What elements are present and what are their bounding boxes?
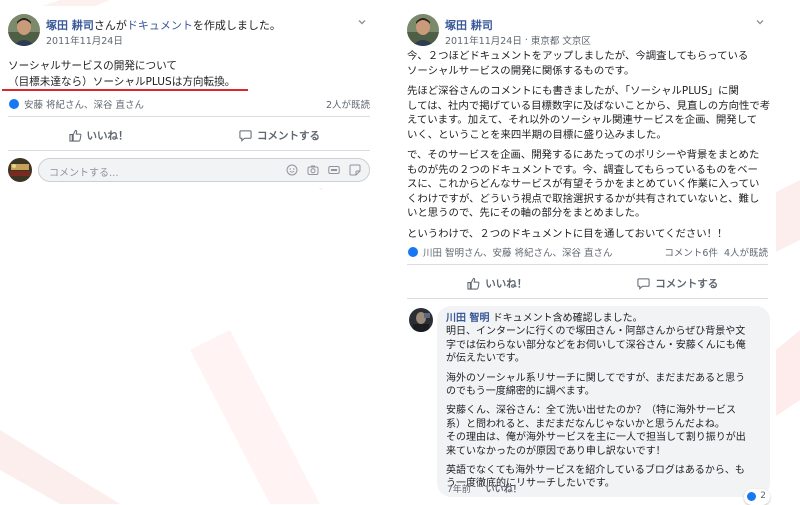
comment-label: コメントする — [257, 129, 320, 142]
comment-footer: 7年前 · いいね！ — [447, 482, 522, 495]
comment-bubble: 川田 智明 ドキュメント含め確認しました。 明日、インターンに行くので塚田さん・… — [437, 306, 770, 505]
comment-composer: コメントする... — [8, 158, 370, 184]
post-body-line: （目標未達なら）ソーシャルPLUSは方向転換。 — [8, 76, 236, 88]
post-body-line: ソーシャルサービスの開発について — [8, 60, 177, 72]
like-label: いいね！ — [86, 129, 129, 142]
author-avatar[interactable] — [8, 14, 40, 46]
gif-icon[interactable] — [328, 164, 340, 176]
reactors-text[interactable]: 安藤 将紀さん、深谷 直さん — [24, 97, 144, 111]
post-date[interactable]: 2011年11月24日 — [445, 33, 522, 47]
author-avatar[interactable] — [407, 14, 439, 46]
comment-button[interactable]: コメントする — [588, 270, 769, 296]
comment-button[interactable]: コメントする — [189, 122, 370, 148]
reactors-text[interactable]: 川田 智明さん、安藤 将紀さん、深谷 直さん — [423, 245, 613, 259]
comment-icon — [637, 277, 650, 290]
comment-like-link[interactable]: いいね！ — [486, 482, 522, 495]
seen-count[interactable]: 4人が既読 — [724, 245, 768, 259]
comment-reaction-count[interactable]: 2 — [744, 488, 770, 505]
post-paragraph: で、そのサービスを企画、開発するにあたってのポリシーや背景をまとめた ものが先の２… — [407, 149, 760, 219]
chevron-down-icon[interactable] — [356, 16, 368, 28]
chevron-down-icon[interactable] — [754, 16, 766, 28]
post-meta: 2011年11月24日 — [46, 33, 123, 47]
thumbs-up-icon — [68, 129, 81, 142]
input-icons — [286, 164, 361, 176]
like-reaction-icon — [746, 491, 758, 503]
divider — [8, 116, 370, 117]
comment-paragraph: 明日、インターンに行くので塚田さん・阿部さんからぜひ背景や文 字では伝わらない部分… — [446, 326, 746, 365]
comment-count[interactable]: コメント6件 — [664, 245, 718, 259]
like-button[interactable]: いいね！ — [8, 122, 189, 148]
post-location[interactable]: 東京都 文京区 — [531, 33, 591, 47]
post-date[interactable]: 2011年11月24日 — [46, 33, 123, 47]
comment-icon — [239, 129, 252, 142]
thumbs-up-icon — [467, 277, 480, 290]
seen-count[interactable]: 2人が既読 — [326, 97, 370, 111]
post-paragraph: 今、２つほどドキュメントをアップしましたが、今調査してもらっている ソーシャルサー… — [407, 50, 749, 77]
comment-placeholder: コメントする... — [49, 168, 119, 179]
post-header: 塚田 耕司さんがドキュメントを作成しました。 2011年11月24日 — [8, 14, 370, 50]
author-name[interactable]: 塚田 耕司 — [445, 19, 493, 32]
post-body: ソーシャルサービスの開発について （目標未達なら）ソーシャルPLUSは方向転換。 — [8, 58, 235, 90]
comment-first-line: ドキュメント含め確認しました。 — [492, 313, 643, 324]
current-user-avatar[interactable] — [8, 158, 32, 182]
comment-label: コメントする — [655, 277, 719, 290]
post-header: 塚田 耕司 2011年11月24日 · 東京都 文京区 — [407, 14, 768, 50]
comment-time[interactable]: 7年前 — [447, 482, 471, 495]
commenter-avatar[interactable] — [409, 308, 433, 332]
divider — [407, 264, 768, 265]
post-title-line: 塚田 耕司さんがドキュメントを作成しました。 — [46, 17, 281, 33]
comment-input[interactable]: コメントする... — [38, 158, 370, 182]
red-underline — [2, 89, 248, 91]
action-text: さんが — [93, 19, 127, 32]
post-paragraph: 先ほど深谷さんのコメントにも書きましたが、「ソーシャルPLUS」に関 しては、社内… — [407, 85, 771, 141]
post-meta: 2011年11月24日 · 東京都 文京区 — [445, 33, 591, 48]
post-body: 今、２つほどドキュメントをアップしましたが、今調査してもらっている ソーシャルサー… — [407, 49, 770, 247]
like-button[interactable]: いいね！ — [407, 270, 588, 296]
action-suffix: を作成しました。 — [192, 19, 281, 32]
post-actions: いいね！ コメントする — [8, 122, 370, 148]
camera-icon[interactable] — [307, 164, 319, 176]
feed-post-left: 塚田 耕司さんがドキュメントを作成しました。 2011年11月24日 ソーシャル… — [0, 6, 378, 188]
post-actions: いいね！ コメントする — [407, 270, 768, 296]
commenter-name[interactable]: 川田 智明 — [446, 313, 489, 324]
like-reaction-icon — [8, 98, 20, 110]
post-title-line: 塚田 耕司 — [445, 17, 493, 33]
comment-thread: 川田 智明 ドキュメント含め確認しました。 明日、インターンに行くので塚田さん・… — [399, 306, 776, 505]
reaction-summary: 川田 智明さん、安藤 将紀さん、深谷 直さん コメント6件 4人が既読 — [407, 244, 768, 260]
reaction-summary: 安藤 将紀さん、深谷 直さん 2人が既読 — [8, 96, 370, 112]
divider — [8, 150, 370, 151]
feed-post-right: 塚田 耕司 2011年11月24日 · 東京都 文京区 今、２つほどドキュメント… — [399, 6, 776, 505]
sticker-icon[interactable] — [349, 164, 361, 176]
author-name[interactable]: 塚田 耕司 — [46, 19, 94, 32]
comment-paragraph: 安藤くん、深谷さん：全て洗い出せたのか？（特に海外サービス 系）と問われると、まだ… — [446, 405, 746, 457]
emoji-icon[interactable] — [286, 164, 298, 176]
like-reaction-icon — [407, 246, 419, 258]
divider — [407, 298, 768, 299]
comment-paragraph: 海外のソーシャル系リサーチに関してですが、まだまだあると思う のでもう一度綿密的に… — [446, 372, 746, 398]
document-link[interactable]: ドキュメント — [127, 19, 193, 32]
post-paragraph: というわけで、２つのドキュメントに目を通しておいてください！！ — [407, 227, 728, 240]
like-label: いいね！ — [485, 277, 528, 290]
